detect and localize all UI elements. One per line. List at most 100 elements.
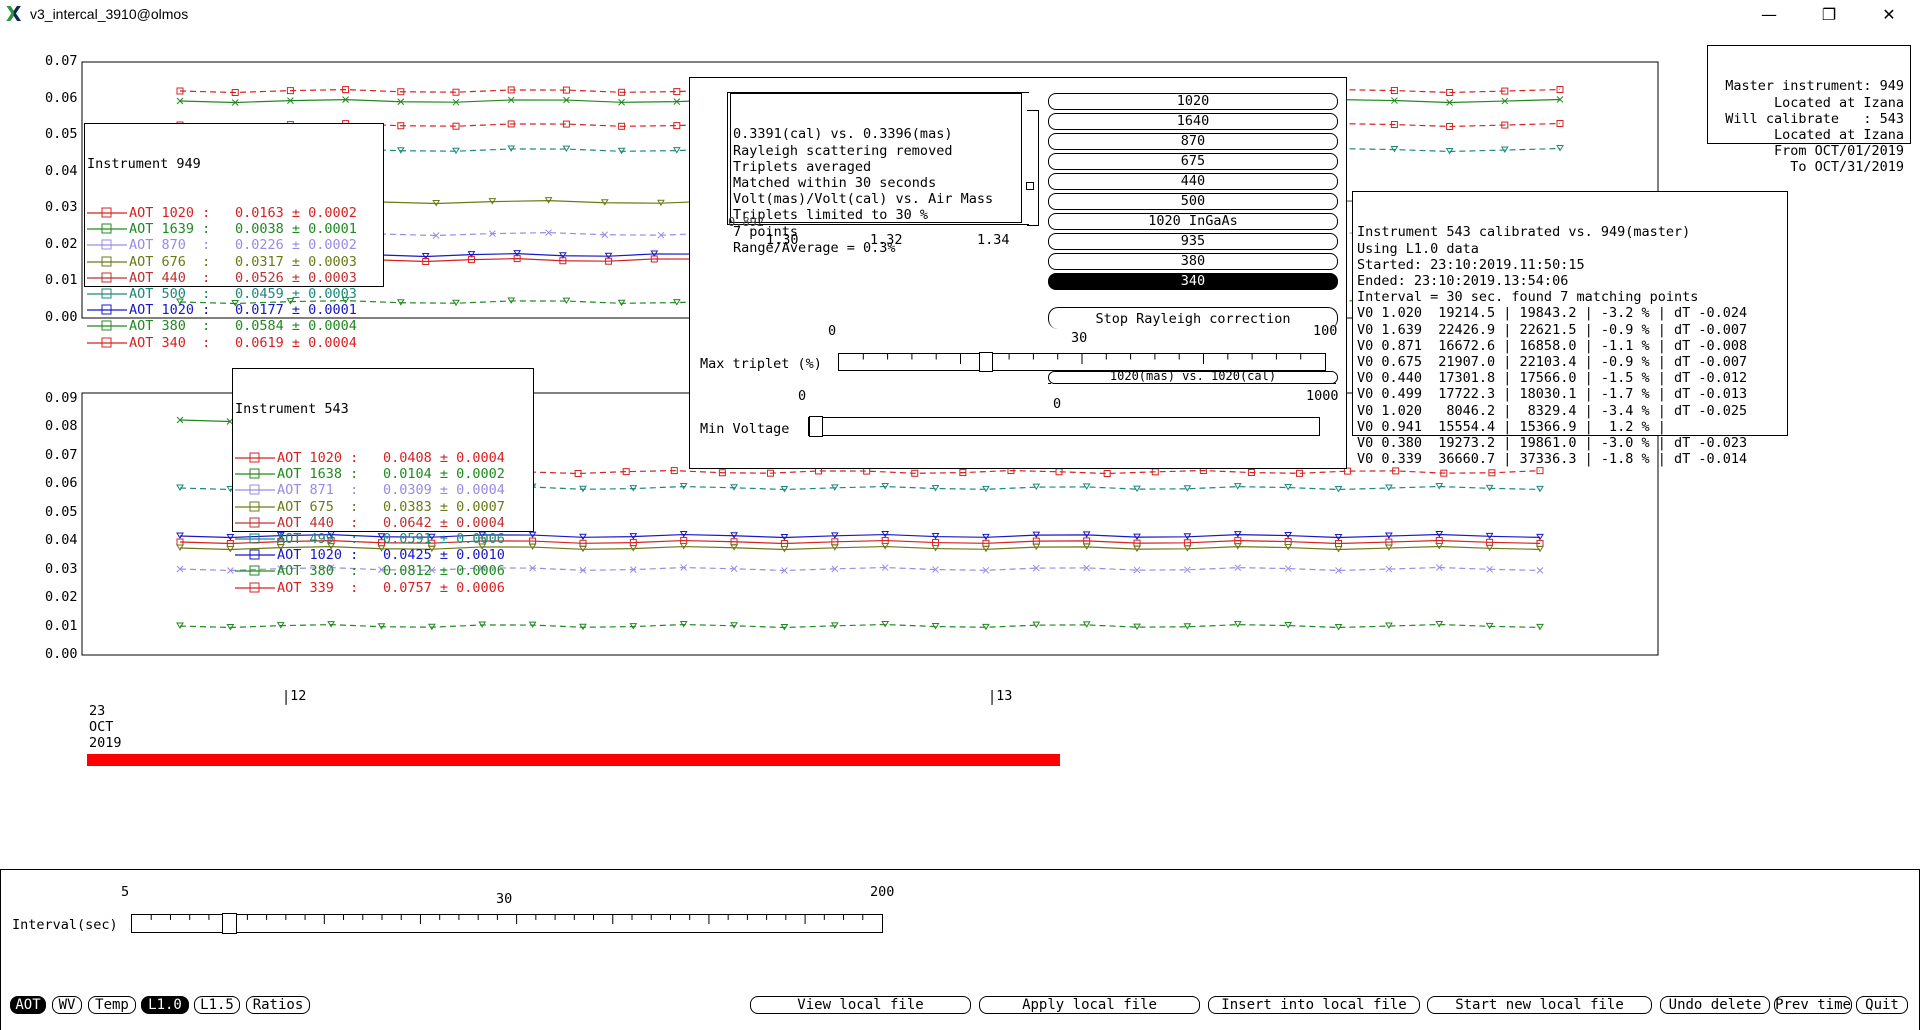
wavelength-button[interactable]: 1020 bbox=[1048, 93, 1338, 110]
mode-button-temp[interactable]: Temp bbox=[88, 996, 136, 1014]
upper-y-tick: 0.04 bbox=[45, 162, 78, 179]
legend-row: AOT 340 : 0.0619 ± 0.0004 bbox=[85, 335, 383, 351]
legend-symbol-icon bbox=[87, 318, 127, 334]
mode-button-aot[interactable]: AOT bbox=[10, 996, 46, 1014]
x-tick-2: 1.32 bbox=[870, 232, 903, 248]
legend-value: 0.0317 ± 0.0003 bbox=[235, 253, 357, 270]
lower-y-tick: 0.04 bbox=[45, 532, 78, 549]
mode-button-l10[interactable]: L1.0 bbox=[141, 996, 189, 1014]
legend-value: 0.0459 ± 0.0003 bbox=[235, 285, 357, 302]
calibration-result-line: V0 0.499 17722.3 | 18030.1 | -1.7 % | dT… bbox=[1357, 386, 1748, 403]
action-button-insert-into-local-file[interactable]: Insert into local file bbox=[1208, 996, 1420, 1014]
legend-row: AOT 440 : 0.0642 ± 0.0004 bbox=[233, 515, 533, 531]
min-voltage-max: 1000 bbox=[1306, 388, 1339, 404]
master-info-line: Located at Izana bbox=[1773, 127, 1904, 144]
calibration-result-line: V0 0.675 21907.0 | 22103.4 | -0.9 % | dT… bbox=[1357, 354, 1748, 371]
legend-symbol-icon bbox=[235, 563, 275, 579]
calibration-result-box: Instrument 543 calibrated vs. 949(master… bbox=[1352, 191, 1788, 467]
mode-button-wv[interactable]: WV bbox=[52, 996, 82, 1014]
interval-min: 5 bbox=[121, 884, 130, 900]
lower-y-tick: 0.06 bbox=[45, 475, 78, 492]
legend-symbol-icon bbox=[87, 270, 127, 286]
lower-y-tick: 0.09 bbox=[45, 390, 78, 406]
upper-y-tick: 0.06 bbox=[45, 89, 78, 106]
action-button-quit[interactable]: Quit bbox=[1856, 996, 1908, 1014]
max-triplet-slider[interactable] bbox=[838, 352, 1326, 372]
wavelength-button[interactable]: 1640 bbox=[1048, 113, 1338, 130]
legend-symbol-icon bbox=[87, 221, 127, 237]
mode-button-l15[interactable]: L1.5 bbox=[194, 996, 240, 1014]
legend-symbol-icon bbox=[235, 580, 275, 596]
action-button-prev-time[interactable]: Prev time bbox=[1774, 996, 1852, 1014]
interval-thumb[interactable] bbox=[222, 913, 238, 934]
legend-band: AOT 339 : bbox=[277, 579, 359, 596]
min-voltage-min: 0 bbox=[798, 388, 807, 404]
legend-value: 0.0104 ± 0.0002 bbox=[383, 466, 505, 483]
time-range-bar[interactable] bbox=[87, 754, 1060, 766]
wavelength-button[interactable]: 1020 InGaAs bbox=[1048, 213, 1338, 230]
calibration-result-line: V0 0.380 19273.2 | 19861.0 | -3.0 % | dT… bbox=[1357, 435, 1748, 452]
upper-y-tick: 0.05 bbox=[45, 126, 78, 143]
action-button-view-local-file[interactable]: View local file bbox=[750, 996, 971, 1014]
calibration-summary-line: Volt(mas)/Volt(cal) vs. Air Mass bbox=[733, 191, 994, 208]
calibration-result-line: Started: 23:10:2019.11:50:15 bbox=[1357, 256, 1585, 273]
legend-symbol-icon bbox=[235, 482, 275, 498]
legend-value: 0.0309 ± 0.0004 bbox=[383, 482, 505, 499]
lower-y-tick: 0.03 bbox=[45, 560, 78, 577]
min-voltage-slider[interactable] bbox=[808, 416, 1320, 437]
master-info-line: Located at Izana bbox=[1773, 94, 1904, 111]
interval-slider[interactable] bbox=[131, 913, 883, 934]
x-tick-3: 1.34 bbox=[977, 232, 1010, 248]
legend-row: AOT 1639 : 0.0038 ± 0.0001 bbox=[85, 221, 383, 237]
action-button-start-new-local-file[interactable]: Start new local file bbox=[1427, 996, 1652, 1014]
interval-mid: 30 bbox=[496, 891, 513, 907]
calibration-result-line: Instrument 543 calibrated vs. 949(master… bbox=[1357, 224, 1691, 241]
calibration-summary-box: 0.3391(cal) vs. 0.3396(mas) Rayleigh scat… bbox=[730, 93, 1022, 256]
legend-value: 0.0408 ± 0.0004 bbox=[383, 450, 505, 467]
calibration-result-line: V0 1.020 8046.2 | 8329.4 | -3.4 % | dT -… bbox=[1357, 402, 1748, 419]
calibration-summary-line: Triplets limited to 30 % bbox=[733, 207, 929, 224]
wavelength-button[interactable]: 380 bbox=[1048, 253, 1338, 270]
calibration-result-line: V0 0.871 16672.6 | 16858.0 | -1.1 % | dT… bbox=[1357, 337, 1748, 354]
stop-rayleigh-button[interactable]: Stop Rayleigh correction bbox=[1048, 307, 1338, 329]
legend-symbol-icon bbox=[235, 466, 275, 482]
lower-y-tick: 0.05 bbox=[45, 503, 78, 520]
series-line bbox=[379, 258, 701, 263]
upper-y-tick: 0.01 bbox=[45, 272, 78, 289]
series-marker bbox=[1536, 567, 1544, 574]
action-button-apply-local-file[interactable]: Apply local file bbox=[979, 996, 1200, 1014]
date-day: 23 bbox=[89, 703, 106, 719]
legend-row: AOT 675 : 0.0383 ± 0.0007 bbox=[233, 499, 533, 515]
max-triplet-label: Max triplet (%) bbox=[700, 356, 822, 372]
legend-symbol-icon bbox=[87, 286, 127, 302]
legend-band: AOT 1020 : bbox=[129, 205, 211, 222]
legend-band: AOT 1639 : bbox=[129, 221, 211, 238]
lower-y-tick: 0.01 bbox=[45, 617, 78, 634]
master-info-line: Will calibrate : 543 bbox=[1725, 110, 1904, 127]
x-tick-1: 1.30 bbox=[766, 232, 799, 248]
calibration-result-line: V0 0.941 15554.4 | 15366.9 | 1.2 % | bbox=[1357, 418, 1666, 435]
max-triplet-min: 0 bbox=[828, 323, 837, 339]
date-month: OCT bbox=[89, 719, 114, 735]
wavelength-button[interactable]: 440 bbox=[1048, 173, 1338, 190]
calibration-result-line: V0 0.440 17301.8 | 17566.0 | -1.5 % | dT… bbox=[1357, 370, 1748, 387]
max-triplet-thumb[interactable] bbox=[978, 352, 993, 372]
calibration-result-line: Ended: 23:10:2019.13:54:06 bbox=[1357, 273, 1569, 290]
legend-value: 0.0038 ± 0.0001 bbox=[235, 221, 357, 238]
legend-row: AOT 499 : 0.0591 ± 0.0006 bbox=[233, 531, 533, 547]
wavelength-button[interactable]: 935 bbox=[1048, 233, 1338, 250]
wavelength-button[interactable]: 870 bbox=[1048, 133, 1338, 150]
legend-value: 0.0619 ± 0.0004 bbox=[235, 334, 357, 351]
calibration-summary-line: 0.3391(cal) vs. 0.3396(mas) bbox=[733, 126, 953, 143]
wavelength-button[interactable]: 675 bbox=[1048, 153, 1338, 170]
legend-band: AOT 500 : bbox=[129, 285, 211, 302]
wavelength-button[interactable]: 340 bbox=[1048, 273, 1338, 290]
wavelength-button[interactable]: 500 bbox=[1048, 193, 1338, 210]
legend-row: AOT 1020 : 0.0425 ± 0.0010 bbox=[233, 547, 533, 563]
action-button-undo-delete[interactable]: Undo delete bbox=[1660, 996, 1770, 1014]
lower-y-tick: 0.08 bbox=[45, 418, 78, 435]
min-voltage-thumb[interactable] bbox=[809, 416, 823, 437]
legend-value: 0.0812 ± 0.0006 bbox=[383, 563, 505, 580]
mode-button-ratios[interactable]: Ratios bbox=[246, 996, 310, 1014]
axis-fragment: 0.892 bbox=[728, 215, 765, 229]
